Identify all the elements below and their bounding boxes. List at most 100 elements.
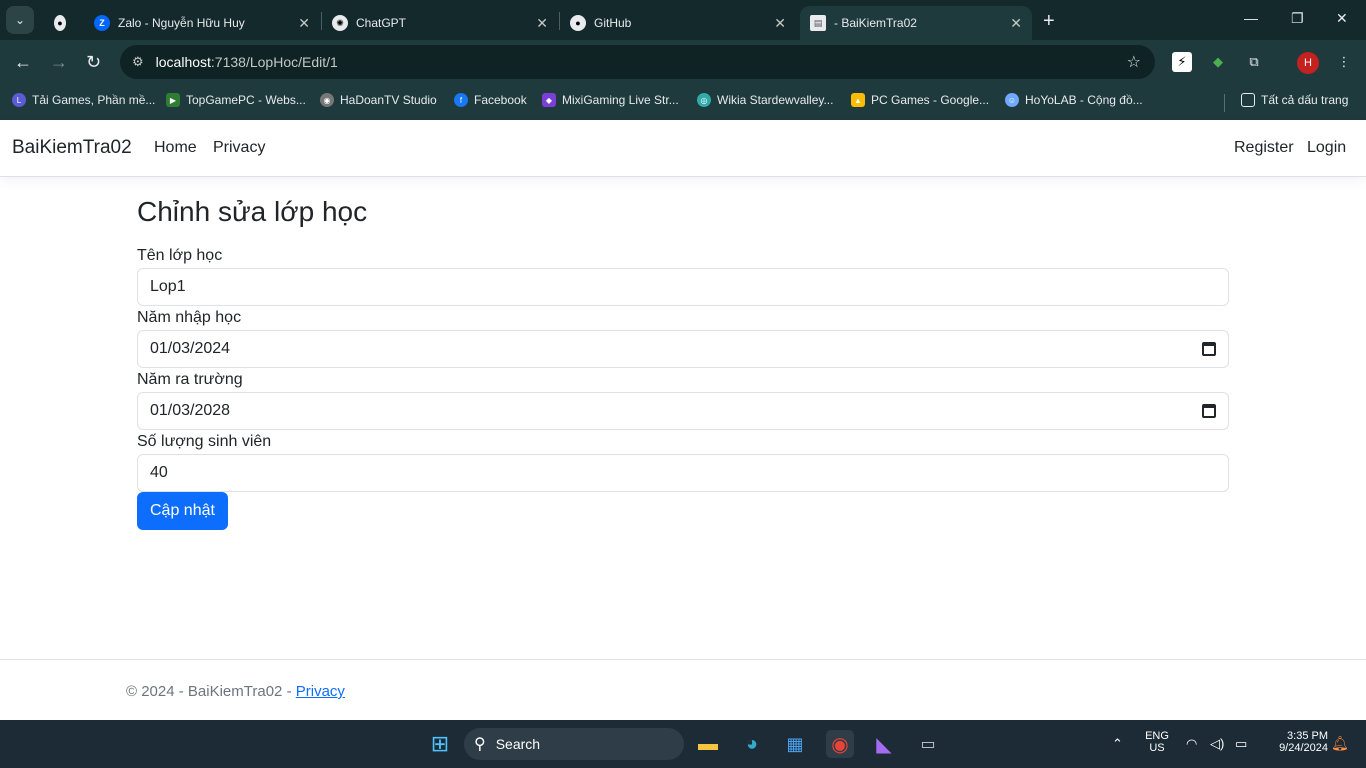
store-icon[interactable]: ▦ <box>781 730 809 758</box>
calendar-icon[interactable] <box>1202 342 1216 356</box>
back-icon[interactable]: ← <box>14 52 32 73</box>
url-text[interactable]: localhost:7138/LopHoc/Edit/1 <box>156 54 338 70</box>
edit-form: Chỉnh sửa lớp học Tên lớp học Lop1 Năm n… <box>137 196 1229 530</box>
bookmark-icon: ◎ <box>697 93 711 107</box>
bookmark-item[interactable]: ◎ Wikia Stardewvalley... <box>697 93 833 107</box>
clock-time: 3:35 PM <box>1287 730 1328 742</box>
footer-privacy-link[interactable]: Privacy <box>296 683 345 700</box>
tab-title: Zalo - Nguyễn Hữu Huy <box>118 16 245 30</box>
puzzle-icon[interactable]: ⧉ <box>1244 52 1264 72</box>
ten-lop-label: Tên lớp học <box>137 247 223 264</box>
windows-start-icon[interactable]: ⊞ <box>426 730 454 758</box>
nav-login[interactable]: Login <box>1307 139 1346 157</box>
so-luong-value: 40 <box>150 464 168 481</box>
bookmark-item[interactable]: L Tải Games, Phần mề... <box>12 93 155 107</box>
new-tab-button[interactable]: + <box>1043 10 1055 33</box>
bookmark-label: Tải Games, Phần mề... <box>32 93 156 107</box>
site-info-icon[interactable]: ⚙ <box>132 54 144 70</box>
close-icon[interactable]: ✕ <box>774 15 786 32</box>
clock[interactable]: 3:35 PM 9/24/2024 <box>1262 730 1328 754</box>
bookmark-item[interactable]: ☺ HoYoLAB - Cộng đồ... <box>1005 93 1143 107</box>
taskbar: ⊞ ⚲ Search ▬ ◕ ▦ ◉ ◣ ▭ ⌃ ENG US ◠ ◁) ▭ 3… <box>0 720 1366 768</box>
tab-title: GitHub <box>594 16 632 30</box>
window-close-icon[interactable]: ✕ <box>1336 10 1348 27</box>
browser-chrome: ⌄ ● Z Zalo - Nguyễn Hữu Huy ✕ ✺ ChatGPT … <box>0 0 1366 120</box>
bookmark-icon: ◆ <box>542 93 556 107</box>
zalo-icon: Z <box>94 15 110 31</box>
bookmark-icon: ☺ <box>1005 93 1019 107</box>
profile-avatar[interactable]: H <box>1297 52 1319 74</box>
tab-strip: ⌄ ● Z Zalo - Nguyễn Hữu Huy ✕ ✺ ChatGPT … <box>0 0 1366 40</box>
bookmarks-bar: L Tải Games, Phần mề... ▶ TopGamePC - Webs… <box>0 84 1366 120</box>
taskbar-search[interactable]: ⚲ Search <box>464 728 684 760</box>
restore-icon[interactable]: ❐ <box>1291 10 1304 27</box>
chevron-up-icon[interactable]: ⌃ <box>1112 736 1123 752</box>
forward-icon[interactable]: → <box>50 52 68 73</box>
chrome-icon[interactable]: ◉ <box>826 730 854 758</box>
bookmark-label: HaDoanTV Studio <box>340 93 437 107</box>
close-icon[interactable]: ✕ <box>1010 15 1022 32</box>
bookmark-label: Tất cả dấu trang <box>1261 93 1349 107</box>
terminal-icon[interactable]: ▭ <box>914 730 942 758</box>
close-icon[interactable]: ✕ <box>298 15 310 32</box>
bookmark-item[interactable]: ◉ HaDoanTV Studio <box>320 93 437 107</box>
nam-ra-input[interactable]: 01/03/2028 <box>137 392 1229 430</box>
app-navbar: BaiKiemTra02 Home Privacy Register Login <box>0 120 1366 177</box>
menu-dots-icon[interactable]: ⋮ <box>1334 52 1354 72</box>
github-icon: ● <box>570 15 586 31</box>
navbar-brand[interactable]: BaiKiemTra02 <box>12 137 132 159</box>
nam-nhap-label: Năm nhập học <box>137 309 242 326</box>
bookmark-icon: L <box>12 93 26 107</box>
extension-icon[interactable]: ◆ <box>1208 52 1228 72</box>
bookmarks-divider <box>1224 94 1225 112</box>
bookmark-item[interactable]: f Facebook <box>454 93 527 107</box>
nam-nhap-value: 01/03/2024 <box>150 340 231 357</box>
url-path: :7138/LopHoc/Edit/1 <box>210 54 338 70</box>
nav-privacy[interactable]: Privacy <box>213 139 265 157</box>
clock-date: 9/24/2024 <box>1279 742 1328 754</box>
tab-zalo[interactable]: Z Zalo - Nguyễn Hữu Huy ✕ <box>84 6 320 40</box>
nav-home[interactable]: Home <box>154 139 197 157</box>
volume-icon[interactable]: ◁) <box>1210 736 1224 752</box>
facebook-icon: f <box>454 93 468 107</box>
tab-baikiemtra02[interactable]: ▤ - BaiKiemTra02 ✕ <box>800 6 1032 40</box>
close-icon[interactable]: ✕ <box>536 15 548 32</box>
folder-icon <box>1241 93 1255 107</box>
bookmark-item[interactable]: ▶ TopGamePC - Webs... <box>166 93 306 107</box>
tab-search-button[interactable]: ⌄ <box>6 6 34 34</box>
address-bar[interactable]: ⚙ localhost:7138/LopHoc/Edit/1 ☆ <box>120 45 1155 79</box>
bookmark-item[interactable]: ◆ MixiGaming Live Str... <box>542 93 679 107</box>
tab-chatgpt[interactable]: ✺ ChatGPT ✕ <box>322 6 558 40</box>
nav-register[interactable]: Register <box>1234 139 1294 157</box>
footer: © 2024 - BaiKiemTra02 - Privacy <box>0 659 1366 720</box>
page-title: Chỉnh sửa lớp học <box>137 196 368 227</box>
edge-icon[interactable]: ◕ <box>738 730 766 758</box>
tab-github[interactable]: ● GitHub ✕ <box>560 6 796 40</box>
notification-bell-icon[interactable]: 🔔︎ <box>1331 735 1349 752</box>
nam-ra-value: 01/03/2028 <box>150 402 231 419</box>
nam-nhap-input[interactable]: 01/03/2024 <box>137 330 1229 368</box>
bookmark-star-icon[interactable]: ☆ <box>1127 52 1141 72</box>
bookmark-label: Facebook <box>474 93 527 107</box>
bookmark-item[interactable]: ▲ PC Games - Google... <box>851 93 989 107</box>
submit-button[interactable]: Cập nhật <box>137 492 228 530</box>
extension-icon[interactable]: ⚡ <box>1172 52 1192 72</box>
bookmark-label: PC Games - Google... <box>871 93 990 107</box>
visual-studio-icon[interactable]: ◣ <box>870 730 898 758</box>
language-indicator[interactable]: ENG US <box>1140 730 1174 754</box>
tab-title: - BaiKiemTra02 <box>834 16 917 30</box>
footer-copyright: © 2024 - BaiKiemTra02 - <box>126 683 296 700</box>
minimize-icon[interactable]: — <box>1244 10 1258 26</box>
file-explorer-icon[interactable]: ▬ <box>694 730 722 758</box>
all-bookmarks[interactable]: Tất cả dấu trang <box>1241 93 1348 107</box>
ten-lop-value: Lop1 <box>150 278 186 295</box>
so-luong-input[interactable]: 40 <box>137 454 1229 492</box>
tab-pinned-github[interactable]: ● <box>44 6 84 40</box>
calendar-icon[interactable] <box>1202 404 1216 418</box>
so-luong-label: Số lượng sinh viên <box>137 433 272 450</box>
bookmark-icon: ▶ <box>166 93 180 107</box>
wifi-icon[interactable]: ◠ <box>1186 736 1197 752</box>
reload-icon[interactable]: ↻ <box>86 52 101 73</box>
ten-lop-input[interactable]: Lop1 <box>137 268 1229 306</box>
battery-icon[interactable]: ▭ <box>1235 736 1247 752</box>
